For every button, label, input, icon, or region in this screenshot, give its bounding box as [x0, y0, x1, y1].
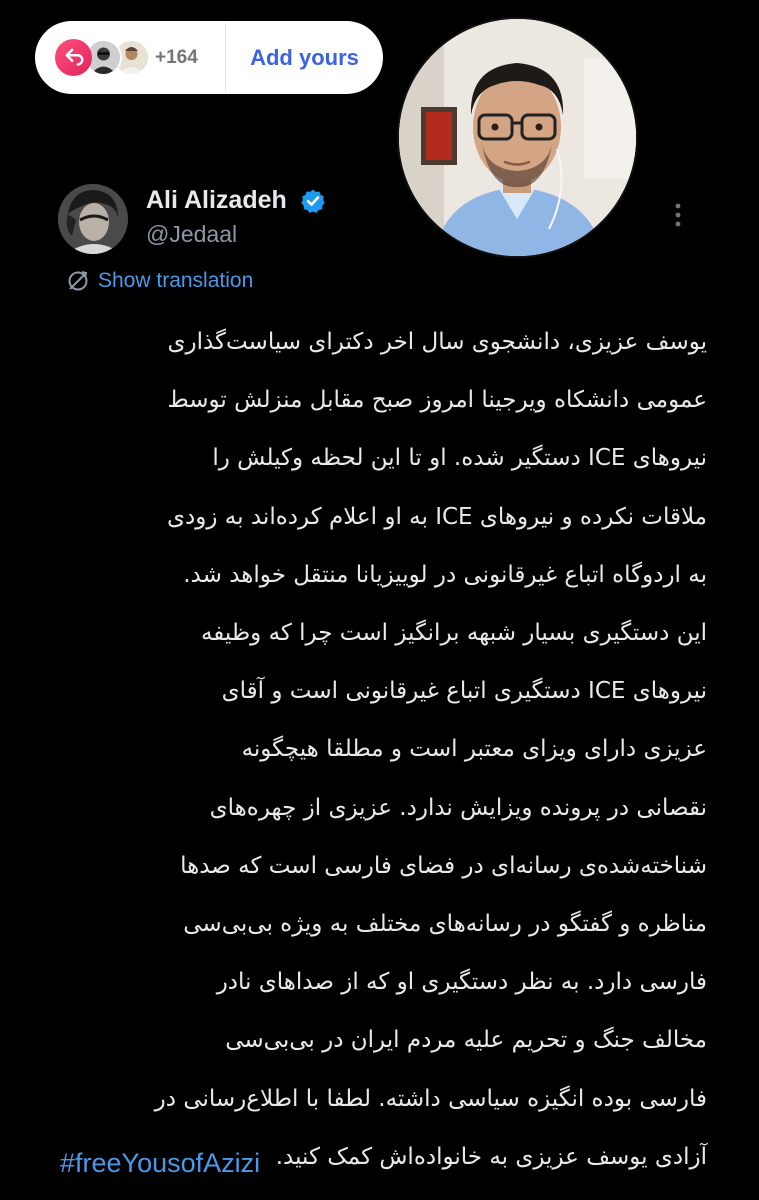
- add-yours-button[interactable]: Add yours: [226, 21, 383, 94]
- tweet-text-line: به اردوگاه اتباع غیرقانونی در لوییزیانا …: [183, 561, 707, 588]
- participant-count: +164: [155, 47, 198, 68]
- show-translation-label: Show translation: [98, 269, 254, 292]
- tweet-text-line: نقصانی در پرونده ویزایش ندارد. عزیزی از …: [209, 794, 707, 821]
- hashtag-link[interactable]: #freeYousofAzizi: [60, 1148, 260, 1179]
- tweet-text-line: فارسی دارد. به نظر دستگیری او که از صداه…: [216, 969, 707, 996]
- verified-badge-icon: [301, 189, 325, 213]
- tweet-text-line: مناظره و گفتگو در رسانه‌های مختلف به ویژ…: [183, 911, 707, 938]
- tweet-text-line: عمومی دانشکاه ویرجینا امروز صبح مقابل من…: [167, 387, 707, 414]
- tweet-text-line: نیروهای ICE دستگیر شده. او تا این لحظه و…: [212, 445, 707, 472]
- author-name[interactable]: Ali Alizadeh: [146, 186, 287, 215]
- tweet-card: Ali Alizadeh @Jedaal Show translation یو…: [0, 160, 759, 1200]
- tweet-text-line: عزیزی دارای ویزای معتبر است و مطلقا هیچگ…: [241, 736, 707, 763]
- add-yours-sticker[interactable]: +164 Add yours: [35, 21, 383, 94]
- tweet-text-line: این دستگیری بسیار شبهه برانگیز است چرا ک…: [200, 620, 707, 647]
- more-options-icon[interactable]: [666, 200, 690, 230]
- translate-icon: [68, 271, 88, 291]
- tweet-text-line: نیروهای ICE دستگیری اتباع غیرقانونی است …: [221, 678, 707, 705]
- tweet-text-line: ملاقات نکرده و نیروهای ICE به او اعلام ک…: [167, 503, 707, 530]
- tweet-text-line: شناخته‌شده‌ی رسانه‌ای در فضای فارسی است …: [180, 852, 707, 879]
- tweet-text: یوسف عزیزی، دانشجوی سال اخر دکترای سیاست…: [47, 313, 707, 1186]
- author-avatar[interactable]: [58, 184, 128, 254]
- author-handle[interactable]: @Jedaal: [146, 221, 237, 248]
- show-translation-button[interactable]: Show translation: [66, 266, 253, 296]
- tweet-text-line: فارسی بوده انگیزه سیاسی داشته. لطفا با ا…: [154, 1085, 707, 1112]
- reply-arrow-icon[interactable]: [55, 39, 92, 76]
- tweet-text-line: یوسف عزیزی، دانشجوی سال اخر دکترای سیاست…: [167, 329, 707, 355]
- tweet-text-line: مخالف جنگ و تحریم علیه مردم ایران در بی‌…: [225, 1027, 707, 1054]
